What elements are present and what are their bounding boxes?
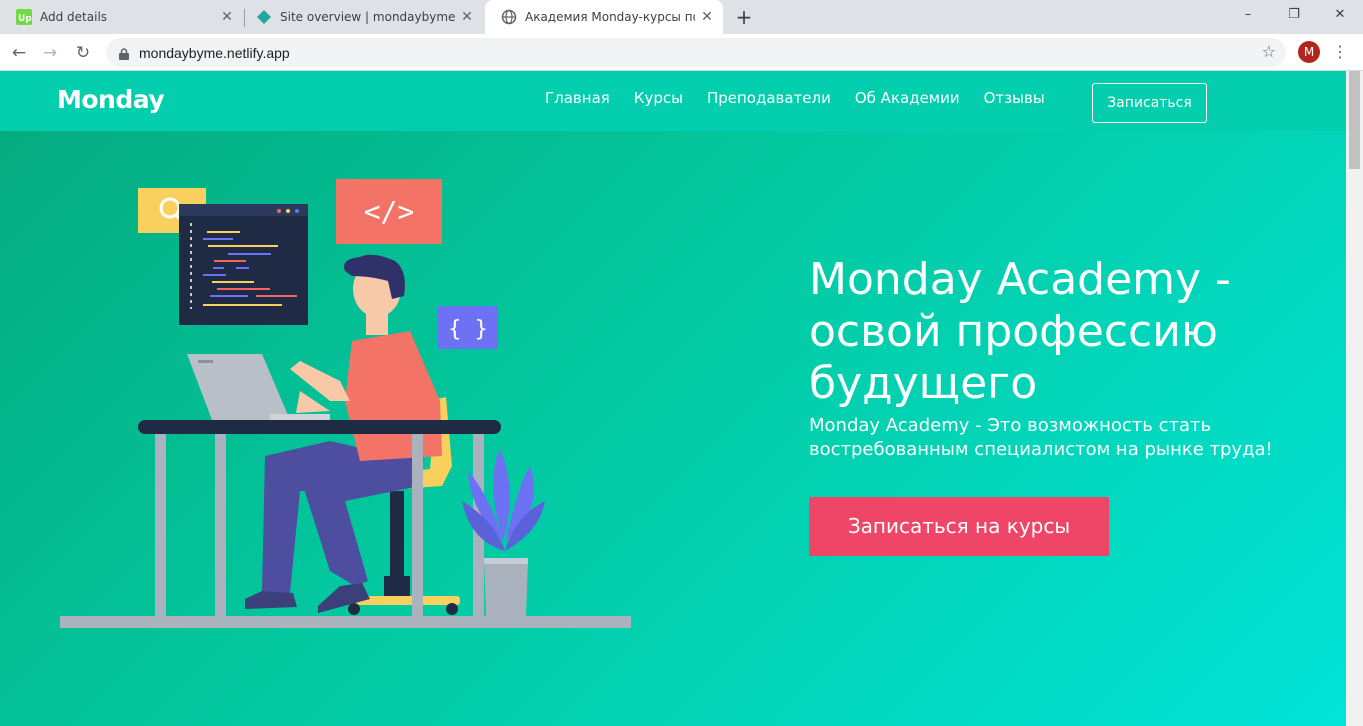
tab-title: Site overview | mondaybyme [280,10,456,24]
braces-text: { } [448,317,488,342]
floor-line [60,616,631,628]
tab-strip: Up Add details ✕ Site overview | mondayb… [0,0,1363,34]
page-scrollbar[interactable] [1346,71,1363,726]
code-tag-icon: </> [336,179,442,244]
restore-button[interactable]: ❐ [1271,0,1317,30]
tab-monday-academy[interactable]: Академия Monday-курсы по пр ✕ [485,0,723,34]
more-menu-icon[interactable]: ⋮ [1332,41,1348,63]
window-close-button[interactable]: ✕ [1317,0,1363,30]
nav-link-reviews[interactable]: Отзывы [984,89,1045,107]
nav-link-teachers[interactable]: Преподаватели [707,89,831,107]
upwork-icon: Up [16,9,32,25]
forward-icon[interactable]: → [36,39,64,67]
avatar[interactable]: M [1298,41,1320,63]
globe-icon [501,9,517,25]
enroll-button[interactable]: Записаться на курсы [809,497,1109,556]
tab-add-details[interactable]: Up Add details ✕ [0,0,243,34]
page-viewport: Monday Главная Курсы Преподаватели Об Ак… [0,71,1346,726]
new-tab-button[interactable]: + [733,6,755,28]
close-icon[interactable]: ✕ [699,9,715,25]
lock-icon [119,45,129,60]
address-bar[interactable]: mondaybyme.netlify.app ☆ [106,38,1286,67]
hero-illustration: </> { } [60,179,631,628]
close-icon[interactable]: ✕ [459,9,475,25]
url-text: mondaybyme.netlify.app [139,45,290,61]
tab-site-overview[interactable]: Site overview | mondaybyme ✕ [240,0,483,34]
svg-text:Up: Up [18,14,32,24]
tab-title: Add details [40,10,108,24]
browser-toolbar: ← → ↻ mondaybyme.netlify.app ☆ M ⋮ [0,34,1363,71]
netlify-icon [256,9,272,25]
close-icon[interactable]: ✕ [219,9,235,25]
code-window-icon [179,204,308,325]
scrollbar-thumb[interactable] [1349,71,1360,169]
braces-icon: { } [438,306,498,349]
reload-icon[interactable]: ↻ [69,39,97,67]
signup-button[interactable]: Записаться [1092,83,1207,123]
back-icon[interactable]: ← [5,39,33,67]
hero-subtitle: Monday Academy - Это возможность стать в… [809,415,1273,460]
nav-link-about[interactable]: Об Академии [855,89,960,107]
hero-title: Monday Academy - освой профессию будущег… [809,254,1231,409]
minimize-button[interactable]: – [1225,0,1271,30]
browser-chrome: Up Add details ✕ Site overview | mondayb… [0,0,1363,71]
tab-title: Академия Monday-курсы по пр [525,10,695,24]
code-tag-text: </> [364,195,415,228]
bookmark-star-icon[interactable]: ☆ [1262,42,1276,61]
